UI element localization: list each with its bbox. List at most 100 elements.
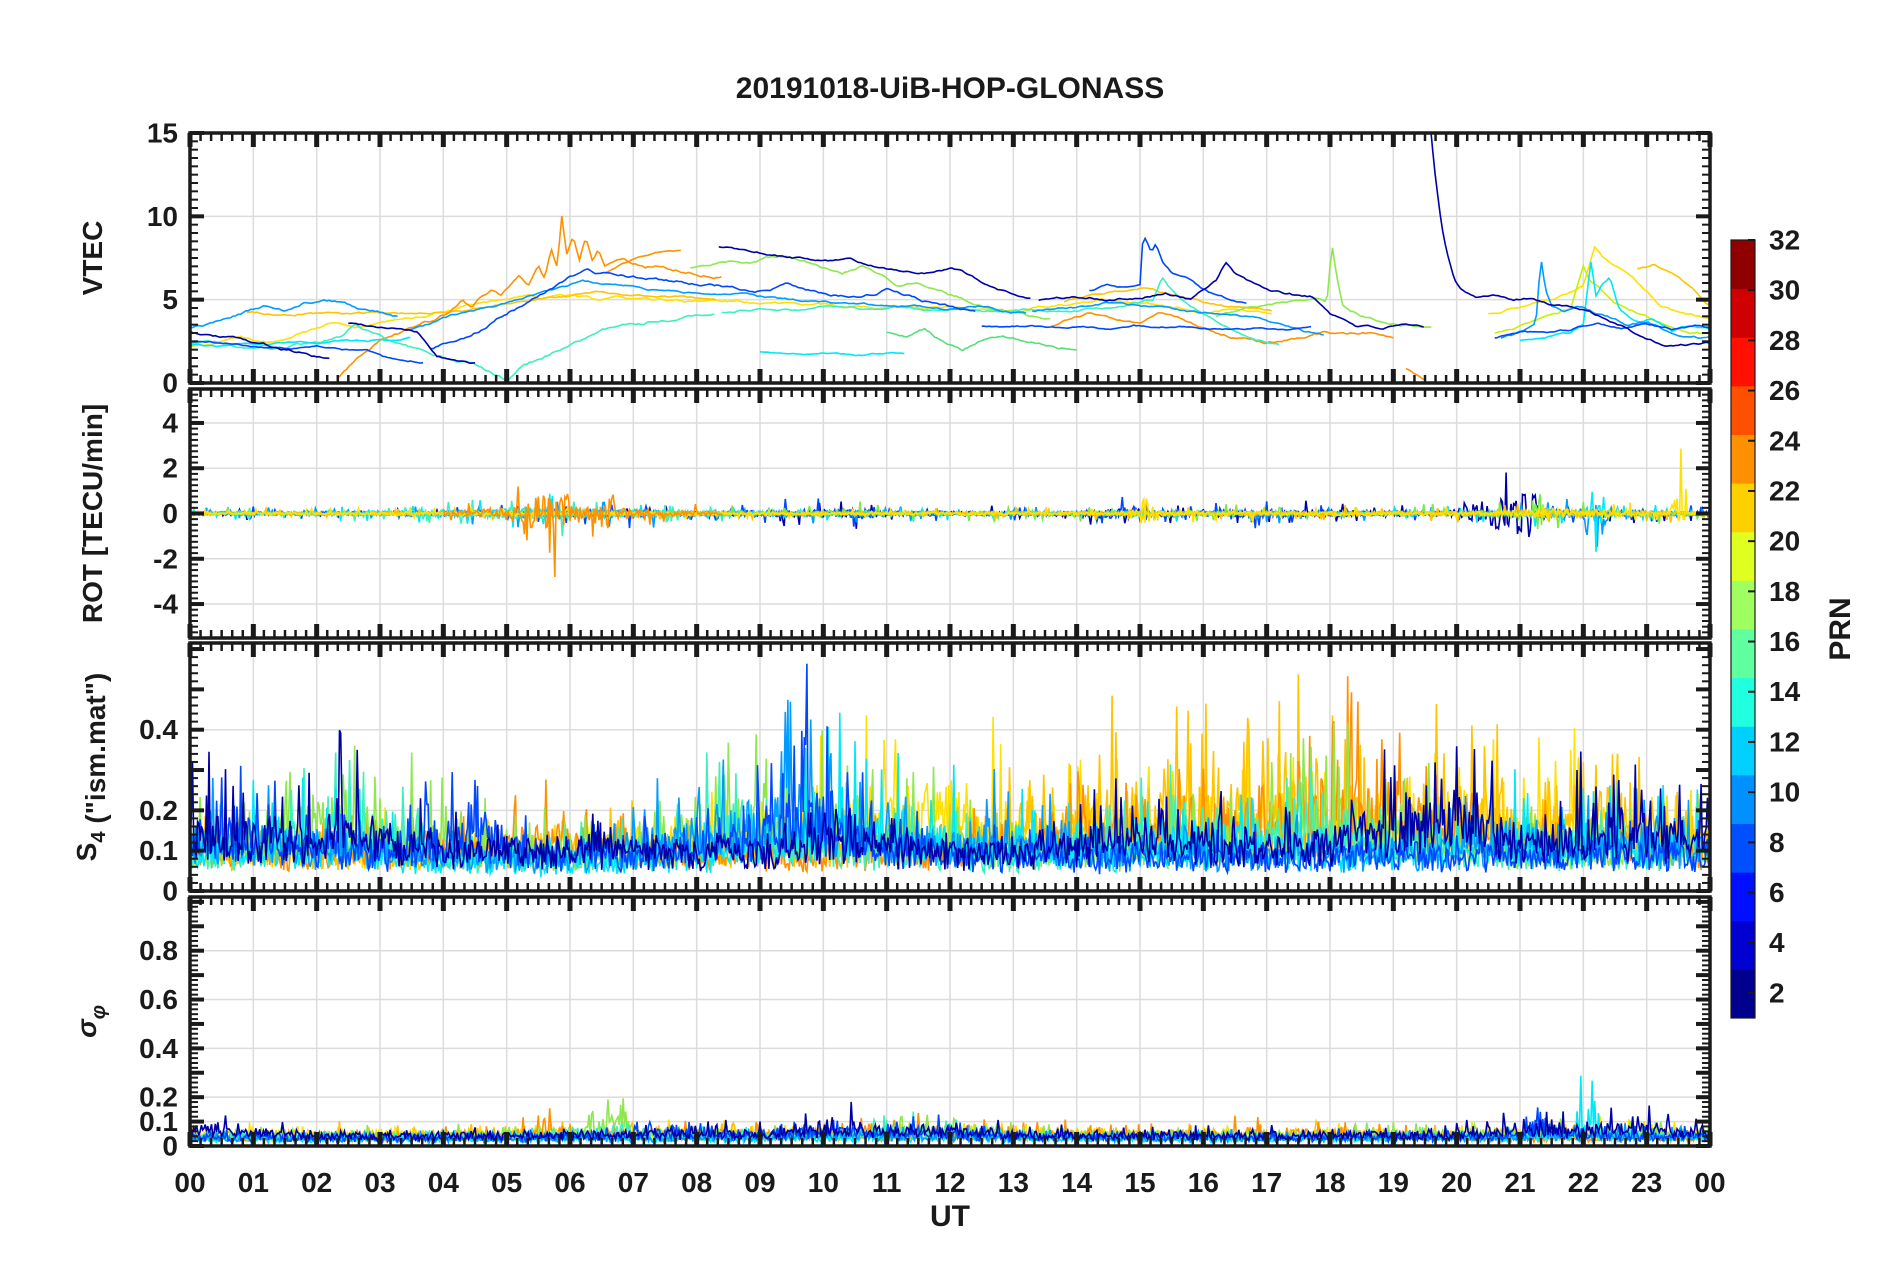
- series-prn-10: [190, 299, 398, 329]
- series-prn-5: [430, 268, 976, 350]
- xtick-label: 17: [1251, 1167, 1282, 1198]
- ytick-label: 0.8: [139, 935, 178, 966]
- series-prn-17: [1215, 247, 1432, 329]
- ytick-labels-rot: -4 -2 0 2 4: [153, 407, 178, 619]
- y-axis-label-rot: ROT [TECU/min]: [77, 404, 108, 623]
- ytick-label: 2: [162, 453, 178, 484]
- colorbar-tick-label: 16: [1769, 626, 1800, 657]
- ytick-label: 15: [147, 118, 178, 149]
- xtick-label: 15: [1124, 1167, 1155, 1198]
- colorbar-tick-label: 28: [1769, 325, 1800, 356]
- xtick-label: 19: [1378, 1167, 1409, 1198]
- ytick-labels-vtec: 0 5 10 15: [147, 118, 178, 399]
- ytick-label: -4: [153, 589, 178, 620]
- xtick-label: 21: [1504, 1167, 1535, 1198]
- ytick-label: 0.2: [139, 795, 178, 826]
- series-prn-5: [981, 324, 1312, 331]
- panel-sigma_phi: 00.10.20.40.60.8σφ: [71, 895, 1713, 1162]
- colorbar-tick-label: 10: [1769, 777, 1800, 808]
- colorbar-cell: [1731, 385, 1755, 436]
- colorbar-cell: [1731, 240, 1755, 290]
- xtick-label: 02: [301, 1167, 332, 1198]
- ytick-label: 0: [162, 498, 178, 529]
- ytick-label: 0.2: [139, 1082, 178, 1113]
- colorbar-cell: [1731, 726, 1755, 776]
- colorbar: 2468101214161820222426283032PRN: [1730, 225, 1857, 1019]
- series-prn-24: [442, 486, 723, 578]
- figure-canvas: 051015VTEC-4-2024ROT [TECU/min]00.10.20.…: [71, 72, 1857, 1233]
- series-prn-1: [1038, 261, 1424, 330]
- y-axis-label-s4: S4 ("ism.mat"): [71, 673, 111, 862]
- y-axis-label-sigma_phi: σφ: [71, 1005, 110, 1038]
- colorbar-cell: [1731, 677, 1755, 727]
- ytick-label: 0.1: [139, 835, 178, 866]
- figure: 0 5 10 15 VTEC -4 -2 0 2 4 ROT [TECU/min] 0 0.1 0.2 0.…: [0, 0, 1902, 1272]
- xtick-label: 03: [364, 1167, 395, 1198]
- colorbar-label: PRN: [1824, 597, 1857, 660]
- colorbar-tick-label: 32: [1769, 225, 1800, 256]
- xtick-label: 13: [998, 1167, 1029, 1198]
- xtick-label: 08: [681, 1167, 712, 1198]
- xtick-label: 18: [1314, 1167, 1345, 1198]
- xtick-label: 00: [174, 1167, 205, 1198]
- colorbar-cell: [1731, 969, 1755, 1019]
- ytick-label: 0: [162, 876, 178, 907]
- colorbar-cell: [1731, 823, 1755, 873]
- xtick-label: 20: [1441, 1167, 1472, 1198]
- colorbar-tick-label: 8: [1769, 827, 1785, 858]
- ytick-label: 0.4: [139, 1033, 178, 1064]
- series-prn-10: [405, 279, 1027, 332]
- ytick-label: 10: [147, 201, 178, 232]
- grid-sigma_phi: [190, 897, 1710, 1146]
- xtick-label: 04: [428, 1167, 460, 1198]
- xtick-label: 05: [491, 1167, 522, 1198]
- xtick-label: 10: [808, 1167, 839, 1198]
- xtick-label: 00: [1694, 1167, 1725, 1198]
- ytick-label: 0.6: [139, 984, 178, 1015]
- colorbar-tick-label: 20: [1769, 526, 1800, 557]
- colorbar-tick-label: 22: [1769, 475, 1800, 506]
- colorbar-cell: [1731, 288, 1755, 338]
- ytick-labels-s4: 0 0.1 0.2 0.4: [139, 714, 178, 906]
- ytick-label: -2: [153, 543, 178, 574]
- panels-layer: 051015VTEC-4-2024ROT [TECU/min]00.10.20.…: [71, 118, 1726, 1199]
- colorbar-tick-label: 12: [1769, 726, 1800, 757]
- xtick-label: 12: [934, 1167, 965, 1198]
- colorbar-cell: [1731, 337, 1755, 387]
- xtick-label: 07: [618, 1167, 649, 1198]
- xtick-label: 22: [1568, 1167, 1599, 1198]
- colorbar-tick-label: 6: [1769, 877, 1785, 908]
- ytick-label: 0.4: [139, 714, 178, 745]
- series-prn-20: [1488, 245, 1709, 319]
- panel-rot: -4 -2 0 2 4 ROT [TECU/min]: [77, 387, 1713, 640]
- xtick-label: 16: [1188, 1167, 1219, 1198]
- ytick-label: 0: [162, 368, 178, 399]
- xtick-label: 09: [744, 1167, 775, 1198]
- ytick-label: 5: [162, 284, 178, 315]
- xtick-label: 11: [872, 1167, 902, 1198]
- colorbar-cell: [1731, 531, 1755, 581]
- panel-s4: 0 0.1 0.2 0.4 S4 ("ism.mat"): [71, 641, 1713, 907]
- x-axis-label: UT: [930, 1200, 970, 1233]
- colorbar-tick-label: 2: [1769, 977, 1785, 1008]
- xtick-labels: 00 01 02 03 04 05 06 07 08 09 10 11 12 13 14 15 16 17 18 19…: [174, 1167, 1725, 1198]
- ytick-labels-sigma_phi: 00.10.20.40.60.8: [139, 935, 178, 1161]
- colorbar-cell: [1731, 920, 1755, 970]
- colorbar-cell: [1731, 434, 1755, 484]
- colorbar-tick-label: 14: [1769, 676, 1801, 707]
- xtick-label: 01: [238, 1167, 269, 1198]
- series-prn-12: [1519, 261, 1710, 342]
- colorbar-tick-label: 4: [1769, 927, 1785, 958]
- series-prn-16: [886, 327, 1077, 352]
- colorbar-tick-label: 24: [1769, 425, 1801, 456]
- ytick-label: 4: [162, 407, 178, 438]
- series-prn-2: [1430, 133, 1709, 348]
- y-axis-label-vtec: VTEC: [77, 221, 108, 296]
- chart-title: 20191018-UiB-HOP-GLONASS: [736, 72, 1164, 105]
- colorbar-tick-label: 26: [1769, 375, 1800, 406]
- xtick-label: 14: [1061, 1167, 1093, 1198]
- xtick-label: 23: [1631, 1167, 1662, 1198]
- colorbar-cell: [1731, 774, 1755, 825]
- colorbar-cell: [1731, 580, 1755, 630]
- series-prn-14: [190, 499, 729, 537]
